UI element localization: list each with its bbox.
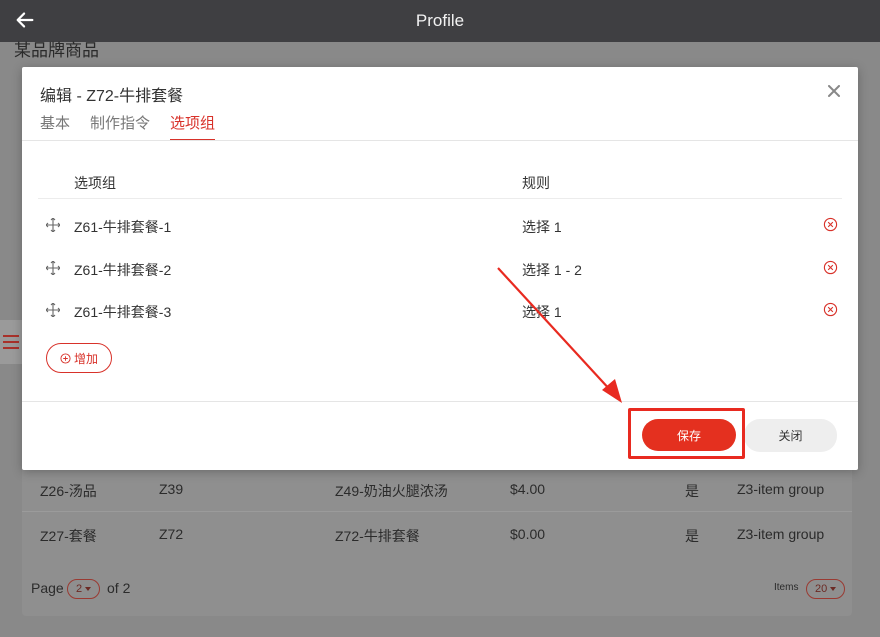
tab-basic[interactable]: 基本 — [40, 112, 70, 141]
option-group-name: Z61-牛排套餐-1 — [74, 219, 172, 235]
page-total: of 2 — [107, 580, 131, 596]
drag-move-icon[interactable] — [46, 261, 60, 275]
divider — [22, 401, 858, 402]
option-group-name: Z61-牛排套餐-3 — [74, 304, 172, 320]
tab-production-instructions[interactable]: 制作指令 — [90, 112, 150, 141]
menu-icon[interactable] — [0, 320, 22, 364]
close-button[interactable]: 关闭 — [744, 419, 837, 452]
dialog-title: 编辑 - Z72-牛排套餐 — [40, 88, 184, 105]
page-title: Profile — [415, 11, 465, 30]
pagination: Page 2 of 2 Items 20 — [22, 568, 852, 608]
app-bar: Profile — [0, 0, 880, 42]
background-heading: 某品牌商品 — [14, 41, 99, 60]
arrow-left-icon[interactable] — [14, 9, 36, 31]
items-label: Items — [774, 582, 799, 593]
page-label: Page — [31, 580, 64, 596]
annotation-arrow-icon — [497, 267, 622, 403]
table-header: 选项组 规则 — [38, 163, 842, 199]
plus-circle-icon — [60, 352, 71, 364]
chevron-down-icon — [830, 587, 837, 591]
divider — [22, 140, 858, 141]
page-select[interactable]: 2 — [67, 579, 101, 599]
remove-circle-icon[interactable] — [823, 302, 838, 317]
background-table: Z26-汤品 Z39 Z49-奶油火腿浓汤 $4.00 是 Z3-item gr… — [22, 460, 852, 616]
table-row[interactable]: Z26-汤品 Z39 Z49-奶油火腿浓汤 $4.00 是 Z3-item gr… — [22, 468, 852, 512]
option-group-rule: 选择 1 — [522, 219, 562, 235]
tab-option-groups[interactable]: 选项组 — [170, 112, 216, 141]
close-icon[interactable] — [828, 85, 840, 97]
drag-move-icon[interactable] — [46, 218, 60, 232]
remove-circle-icon[interactable] — [823, 217, 838, 232]
option-group-name: Z61-牛排套餐-2 — [74, 262, 172, 278]
column-header-group: 选项组 — [74, 175, 116, 191]
add-option-group-button[interactable]: 增加 — [46, 343, 112, 373]
remove-circle-icon[interactable] — [823, 260, 838, 275]
save-highlight-box — [628, 408, 745, 459]
table-row[interactable]: Z27-套餐 Z72 Z72-牛排套餐 $0.00 是 Z3-item grou… — [22, 513, 852, 557]
chevron-down-icon — [85, 587, 92, 591]
table-row[interactable]: Z61-牛排套餐-1 选择 1 — [38, 204, 842, 246]
dialog-tabs: 基本 制作指令 选项组 — [40, 112, 216, 141]
table-row[interactable]: Z61-牛排套餐-3 选择 1 — [38, 289, 842, 331]
column-header-rule: 规则 — [522, 175, 550, 191]
table-row[interactable]: Z61-牛排套餐-2 选择 1 - 2 — [38, 247, 842, 289]
drag-move-icon[interactable] — [46, 303, 60, 317]
items-per-page-select[interactable]: 20 — [806, 579, 846, 599]
